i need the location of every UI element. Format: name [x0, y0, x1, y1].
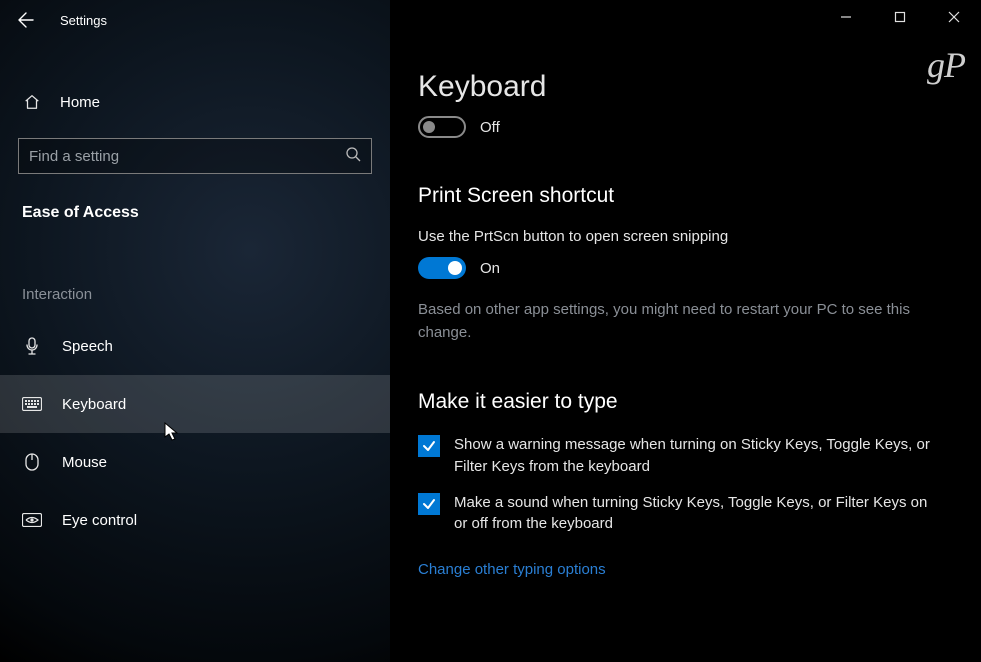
toggle-label: On: [480, 260, 500, 277]
toggle-label: Off: [480, 119, 500, 136]
section-title-easier-to-type: Make it easier to type: [418, 390, 953, 414]
checkbox-label: Show a warning message when turning on S…: [454, 434, 953, 478]
change-typing-options-link[interactable]: Change other typing options: [418, 561, 606, 578]
keyboard-icon: [22, 397, 42, 411]
checkbox-row-warning: Show a warning message when turning on S…: [418, 434, 953, 478]
minimize-button[interactable]: [819, 0, 873, 34]
sidebar-item-home[interactable]: Home: [0, 80, 390, 124]
home-icon: [22, 93, 42, 111]
search-icon: [345, 146, 361, 166]
watermark-logo: gP: [927, 44, 965, 86]
checkbox-row-sound: Make a sound when turning Sticky Keys, T…: [418, 492, 953, 536]
page-title: Keyboard: [418, 70, 953, 104]
app-title: Settings: [60, 13, 107, 28]
section-title-print-screen: Print Screen shortcut: [418, 184, 953, 208]
back-arrow-icon[interactable]: [18, 12, 34, 28]
sidebar-item-speech[interactable]: Speech: [0, 317, 390, 375]
keyboard-master-toggle[interactable]: [418, 116, 466, 138]
microphone-icon: [22, 337, 42, 355]
sidebar-item-eye-control[interactable]: Eye control: [0, 491, 390, 549]
search-box[interactable]: [18, 138, 372, 174]
home-label: Home: [60, 94, 100, 111]
sidebar: Settings Home Ease of Access Interaction…: [0, 0, 390, 662]
search-input[interactable]: [29, 148, 337, 165]
sidebar-item-mouse[interactable]: Mouse: [0, 433, 390, 491]
sidebar-item-keyboard[interactable]: Keyboard: [0, 375, 390, 433]
print-screen-hint: Based on other app settings, you might n…: [418, 299, 953, 344]
close-button[interactable]: [927, 0, 981, 34]
window-controls: [819, 0, 981, 34]
group-label-interaction: Interaction: [0, 286, 390, 303]
mouse-icon: [22, 453, 42, 471]
maximize-button[interactable]: [873, 0, 927, 34]
content-pane: gP Keyboard Off Print Screen shortcut Us…: [390, 0, 981, 662]
sidebar-item-label: Eye control: [62, 512, 137, 529]
checkbox-sound[interactable]: [418, 493, 440, 515]
eye-control-icon: [22, 513, 42, 527]
nav-list: Speech Keyboard Mouse Eye control: [0, 317, 390, 549]
sidebar-item-label: Keyboard: [62, 396, 126, 413]
sidebar-item-label: Mouse: [62, 454, 107, 471]
category-title: Ease of Access: [0, 204, 390, 222]
search-container: [0, 138, 390, 174]
sidebar-item-label: Speech: [62, 338, 113, 355]
keyboard-master-toggle-row: Off: [418, 116, 953, 138]
print-screen-toggle-row: On: [418, 257, 953, 279]
checkbox-label: Make a sound when turning Sticky Keys, T…: [454, 492, 953, 536]
print-screen-toggle[interactable]: [418, 257, 466, 279]
titlebar-left: Settings: [0, 0, 390, 40]
print-screen-desc: Use the PrtScn button to open screen sni…: [418, 228, 953, 245]
checkbox-warning[interactable]: [418, 435, 440, 457]
